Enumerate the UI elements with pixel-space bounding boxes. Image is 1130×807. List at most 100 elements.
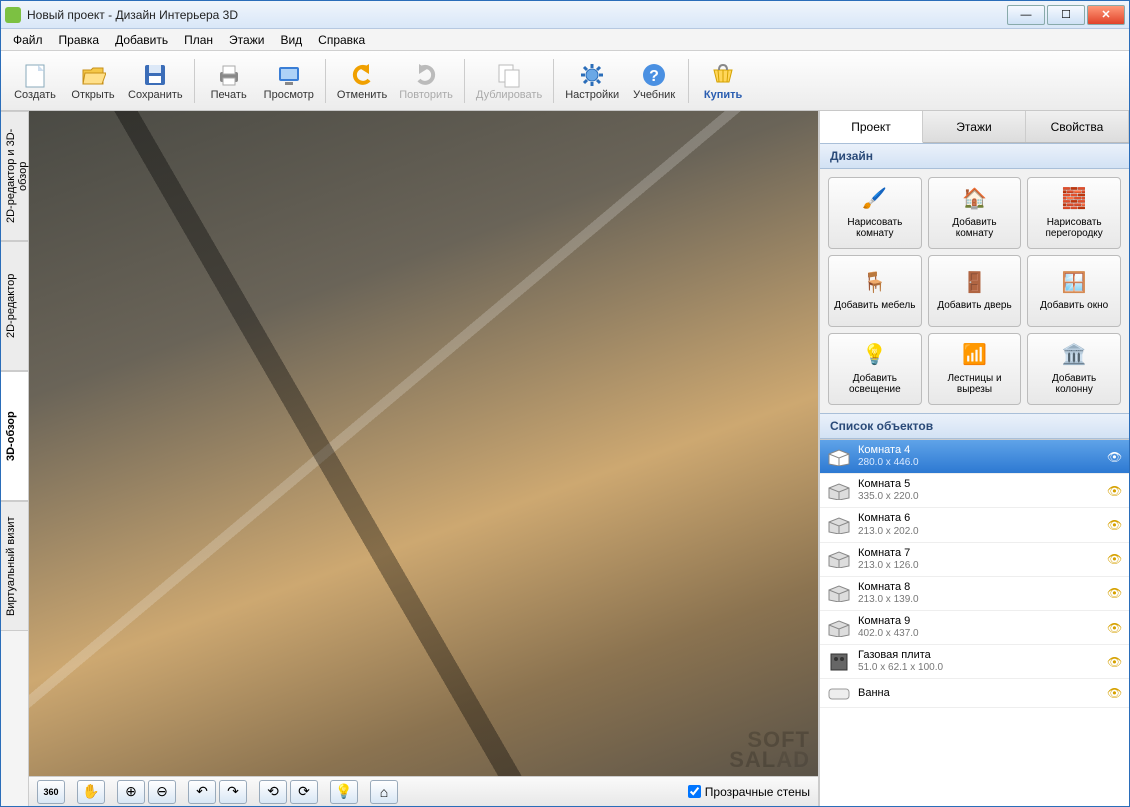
panel-tab-1[interactable]: Этажи [923,111,1026,142]
settings-label: Настройки [565,89,619,101]
object-row[interactable]: Комната 8213.0 x 139.0👁 [820,577,1129,611]
create-button[interactable]: Создать [7,54,63,108]
buy-button[interactable]: Купить [695,54,751,108]
toolbar-separator [194,59,195,103]
toolbar-separator [553,59,554,103]
content-area: 2D-редактор и 3D-обзор2D-редактор3D-обзо… [1,111,1129,806]
visibility-eye-icon[interactable]: 👁 [1107,621,1123,635]
preview-button[interactable]: Просмотр [259,54,319,108]
design-icon-8: 🏛️ [1061,343,1087,369]
undo-button[interactable]: Отменить [332,54,392,108]
design-label-8: Добавить колонну [1032,373,1116,396]
visibility-eye-icon[interactable]: 👁 [1107,655,1123,669]
menu-справка[interactable]: Справка [310,31,373,49]
print-button[interactable]: Печать [201,54,257,108]
visibility-eye-icon[interactable]: 👁 [1107,586,1123,600]
create-icon [21,61,49,89]
minimize-button[interactable]: — [1007,5,1045,25]
design-btn-1[interactable]: 🏠Добавить комнату [928,177,1022,249]
panel-tab-2[interactable]: Свойства [1026,111,1129,142]
object-row[interactable]: Газовая плита51.0 x 62.1 x 100.0👁 [820,645,1129,679]
design-btn-3[interactable]: 🪑Добавить мебель [828,255,922,327]
print-label: Печать [211,89,247,101]
object-dimensions: 213.0 x 126.0 [858,560,1101,572]
object-name: Комната 9 [858,615,1101,628]
object-name: Комната 6 [858,512,1101,525]
titlebar: Новый проект - Дизайн Интерьера 3D — ☐ ✕ [1,1,1129,29]
object-name: Газовая плита [858,649,1101,662]
open-button[interactable]: Открыть [65,54,121,108]
object-row[interactable]: Комната 6213.0 x 202.0👁 [820,508,1129,542]
transparent-walls-checkbox[interactable]: Прозрачные стены [688,785,810,799]
help-icon: ? [640,61,668,89]
view-tool-0[interactable]: 360 [37,780,65,804]
settings-button[interactable]: Настройки [560,54,624,108]
object-row[interactable]: Комната 9402.0 x 437.0 👁 [820,611,1129,645]
visibility-eye-icon[interactable]: 👁 [1107,484,1123,498]
vtab-2d3d[interactable]: 2D-редактор и 3D-обзор [1,111,28,241]
design-btn-6[interactable]: 💡Добавить освещение [828,333,922,405]
design-label-4: Добавить дверь [937,300,1011,312]
object-icon [826,618,852,638]
view-tool-9[interactable]: ⌂ [370,780,398,804]
view-tool-3[interactable]: ⊖ [148,780,176,804]
view-tool-1[interactable]: ✋ [77,780,105,804]
vtab-virtual[interactable]: Виртуальный визит [1,501,28,631]
maximize-button[interactable]: ☐ [1047,5,1085,25]
object-row[interactable]: Комната 4280.0 x 446.0 👁 [820,440,1129,474]
objects-section-header: Список объектов [820,413,1129,439]
object-name: Комната 4 [858,444,1101,457]
design-section-header: Дизайн [820,143,1129,169]
view-tool-6[interactable]: ⟲ [259,780,287,804]
vtab-3d[interactable]: 3D-обзор [1,371,28,501]
visibility-eye-icon[interactable]: 👁 [1107,518,1123,532]
design-icon-3: 🪑 [862,270,888,296]
object-row[interactable]: Комната 7213.0 x 126.0👁 [820,543,1129,577]
transparent-walls-input[interactable] [688,785,701,798]
object-row[interactable]: Комната 5335.0 x 220.0👁 [820,474,1129,508]
object-row[interactable]: Ванна👁 [820,679,1129,708]
view-tool-5[interactable]: ↷ [219,780,247,804]
save-button[interactable]: Сохранить [123,54,188,108]
design-icon-0: 🖌️ [862,187,888,213]
visibility-eye-icon[interactable]: 👁 [1107,450,1123,464]
menu-план[interactable]: План [176,31,221,49]
design-btn-4[interactable]: 🚪Добавить дверь [928,255,1022,327]
menu-добавить[interactable]: Добавить [107,31,176,49]
visibility-eye-icon[interactable]: 👁 [1107,552,1123,566]
design-btn-5[interactable]: 🪟Добавить окно [1027,255,1121,327]
app-window: Новый проект - Дизайн Интерьера 3D — ☐ ✕… [0,0,1130,807]
close-button[interactable]: ✕ [1087,5,1125,25]
3d-canvas[interactable]: SOFTSALAD [29,111,818,776]
window-title: Новый проект - Дизайн Интерьера 3D [27,8,1007,22]
menu-правка[interactable]: Правка [51,31,108,49]
visibility-eye-icon[interactable]: 👁 [1107,686,1123,700]
design-btn-0[interactable]: 🖌️Нарисовать комнату [828,177,922,249]
object-dimensions: 402.0 x 437.0 [858,628,1101,640]
menu-этажи[interactable]: Этажи [221,31,272,49]
object-dimensions: 280.0 x 446.0 [858,457,1101,469]
menu-вид[interactable]: Вид [272,31,310,49]
object-icon [826,515,852,535]
design-btn-7[interactable]: 📶Лестницы и вырезы [928,333,1022,405]
view-tool-7[interactable]: ⟳ [290,780,318,804]
design-btn-2[interactable]: 🧱Нарисовать перегородку [1027,177,1121,249]
design-btn-8[interactable]: 🏛️ Добавить колонну [1027,333,1121,405]
view-tool-8[interactable]: 💡 [330,780,358,804]
redo-button: Повторить [394,54,458,108]
open-icon [79,61,107,89]
view-tool-2[interactable]: ⊕ [117,780,145,804]
help-label: Учебник [633,89,675,101]
open-label: Открыть [71,89,114,101]
design-icon-7: 📶 [961,343,987,369]
panel-tab-0[interactable]: Проект [820,111,923,143]
right-panel: ПроектЭтажиСвойства Дизайн 🖌️Нарисовать … [819,111,1129,806]
menu-файл[interactable]: Файл [5,31,51,49]
preview-icon [275,61,303,89]
object-list[interactable]: Комната 4280.0 x 446.0👁Комната 5335.0 x … [820,439,1129,806]
vtab-2d[interactable]: 2D-редактор [1,241,28,371]
design-icon-5: 🪟 [1061,270,1087,296]
help-button[interactable]: ?Учебник [626,54,682,108]
design-icon-2: 🧱 [1061,187,1087,213]
view-tool-4[interactable]: ↶ [188,780,216,804]
